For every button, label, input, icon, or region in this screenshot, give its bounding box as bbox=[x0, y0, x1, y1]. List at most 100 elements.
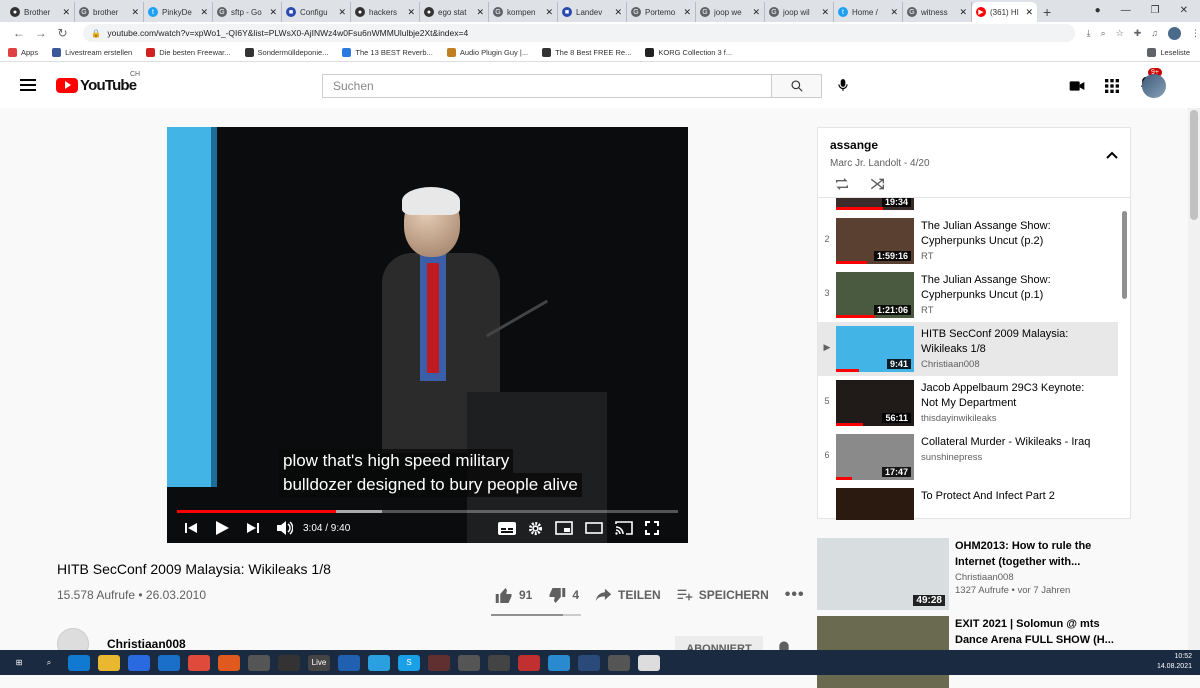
playlist-owner[interactable]: Marc Jr. Landolt bbox=[830, 158, 901, 169]
lock-icon[interactable]: 🔒 bbox=[91, 29, 101, 38]
fullscreen-icon[interactable] bbox=[645, 521, 660, 535]
chrome-icon[interactable] bbox=[188, 654, 210, 671]
media-icon[interactable]: ♫ bbox=[1151, 28, 1158, 38]
close-tab-icon[interactable]: ✕ bbox=[959, 7, 967, 18]
settings-gear-icon[interactable] bbox=[528, 521, 543, 536]
playlist-scrollbar[interactable] bbox=[1122, 211, 1127, 299]
browser-tab[interactable]: Gwitness ✕ bbox=[903, 2, 972, 22]
close-tab-icon[interactable]: ✕ bbox=[545, 7, 553, 18]
close-tab-icon[interactable]: ✕ bbox=[683, 7, 691, 18]
profile-dot-icon[interactable]: ● bbox=[1095, 5, 1101, 16]
playlist-item[interactable]: 2 1:59:16 The Julian Assange Show: Cypherp… bbox=[818, 214, 1118, 268]
telegram-icon[interactable] bbox=[368, 654, 390, 671]
playlist-item-thumbnail[interactable]: 19:34 bbox=[836, 198, 914, 210]
app-icon[interactable] bbox=[608, 654, 630, 671]
playlist-item[interactable]: 6 17:47 Collateral Murder - Wikileaks - Ir… bbox=[818, 430, 1118, 484]
collapse-playlist-icon[interactable] bbox=[1106, 146, 1118, 164]
browser-tab[interactable]: Gjoop we ✕ bbox=[696, 2, 765, 22]
search-icon[interactable]: ⌕ bbox=[38, 654, 60, 671]
minimize-icon[interactable]: — bbox=[1121, 5, 1131, 16]
edge-icon[interactable] bbox=[68, 654, 90, 671]
playlist-item[interactable]: 3 1:21:06 The Julian Assange Show: Cypherp… bbox=[818, 268, 1118, 322]
cast-icon[interactable] bbox=[615, 521, 634, 535]
app-icon[interactable] bbox=[518, 654, 540, 671]
previous-icon[interactable] bbox=[185, 522, 197, 534]
close-tab-icon[interactable]: ✕ bbox=[338, 7, 346, 18]
close-tab-icon[interactable]: ✕ bbox=[821, 7, 829, 18]
media-icon[interactable] bbox=[338, 654, 360, 671]
share-button[interactable]: TEILEN bbox=[595, 588, 661, 602]
subtitles-toggle-icon[interactable] bbox=[498, 521, 517, 535]
maximize-icon[interactable]: ❐ bbox=[1151, 5, 1160, 16]
user-avatar[interactable] bbox=[1142, 74, 1166, 98]
close-tab-icon[interactable]: ✕ bbox=[1025, 7, 1033, 18]
live-icon[interactable]: Live bbox=[308, 654, 330, 671]
playlist-item-thumbnail[interactable]: 1:59:16 bbox=[836, 218, 914, 264]
bookmark-item[interactable]: Livestream erstellen bbox=[52, 48, 132, 57]
youtube-logo[interactable]: YouTube CH bbox=[56, 71, 140, 94]
recommended-thumbnail[interactable]: 49:28 bbox=[817, 538, 949, 610]
browser-tab[interactable]: ■ Configu ✕ bbox=[282, 2, 351, 22]
zoom-icon[interactable]: ⌕ bbox=[1101, 28, 1106, 39]
windows-start-icon[interactable]: ⊞ bbox=[8, 654, 30, 671]
app-icon[interactable] bbox=[428, 654, 450, 671]
menu-icon[interactable]: ⋮ bbox=[1191, 28, 1200, 39]
notepad-icon[interactable] bbox=[638, 654, 660, 671]
browser-tab[interactable]: G Portemo ✕ bbox=[627, 2, 696, 22]
save-button[interactable]: SPEICHERN bbox=[677, 588, 769, 602]
reading-list-button[interactable]: Leseliste bbox=[1147, 48, 1190, 57]
theater-mode-icon[interactable] bbox=[585, 522, 604, 534]
playlist-item-thumbnail[interactable]: 9:41 bbox=[836, 326, 914, 372]
app-icon[interactable] bbox=[548, 654, 570, 671]
playlist-item[interactable]: 5 56:11 Jacob Appelbaum 29C3 Keynote: Not … bbox=[818, 376, 1118, 430]
miniplayer-icon[interactable] bbox=[555, 521, 574, 535]
store-icon[interactable] bbox=[128, 654, 150, 671]
browser-tab[interactable]: Gbrother ✕ bbox=[75, 2, 144, 22]
bookmark-item[interactable]: The 13 BEST Reverb... bbox=[342, 48, 433, 57]
browser-tab[interactable]: ▶ (361) HI ✕ bbox=[972, 2, 1037, 22]
bookmark-item[interactable]: Sondermülldeponie... bbox=[244, 48, 328, 57]
close-tab-icon[interactable]: ✕ bbox=[890, 7, 898, 18]
playlist-item-thumbnail[interactable]: 1:21:06 bbox=[836, 272, 914, 318]
bookmark-item[interactable]: Apps bbox=[8, 48, 38, 57]
page-scrollbar[interactable] bbox=[1188, 108, 1200, 650]
loop-icon[interactable] bbox=[834, 177, 850, 191]
playlist-item[interactable]: To Protect And Infect Part 2 bbox=[818, 484, 1118, 520]
app-icon[interactable] bbox=[578, 654, 600, 671]
close-tab-icon[interactable]: ✕ bbox=[476, 7, 484, 18]
mail-icon[interactable] bbox=[158, 654, 180, 671]
close-tab-icon[interactable]: ✕ bbox=[269, 7, 277, 18]
bookmark-item[interactable]: Audio Plugin Guy |... bbox=[446, 48, 528, 57]
playlist-title[interactable]: assange bbox=[830, 138, 1118, 152]
star-icon[interactable]: ☆ bbox=[1116, 28, 1124, 39]
search-input[interactable]: Suchen bbox=[322, 74, 772, 98]
hamburger-menu-icon[interactable] bbox=[20, 79, 36, 91]
play-icon[interactable] bbox=[215, 521, 229, 535]
apps-grid-icon[interactable] bbox=[1105, 78, 1119, 93]
browser-tab[interactable]: ■ Landev ✕ bbox=[558, 2, 627, 22]
more-actions-icon[interactable]: ••• bbox=[785, 586, 805, 604]
browser-tab[interactable]: Gjoop wil ✕ bbox=[765, 2, 834, 22]
recommended-video[interactable]: 49:28 OHM2013: How to rule the Internet (… bbox=[817, 538, 1157, 610]
file-explorer-icon[interactable] bbox=[98, 654, 120, 671]
browser-tab[interactable]: ● ego stat ✕ bbox=[420, 2, 489, 22]
close-tab-icon[interactable]: ✕ bbox=[407, 7, 415, 18]
browser-tab[interactable]: t Home / ✕ bbox=[834, 2, 903, 22]
bookmark-item[interactable]: The 8 Best FREE Re... bbox=[542, 48, 631, 57]
shuffle-icon[interactable] bbox=[870, 177, 886, 191]
browser-tab[interactable]: ● hackers ✕ bbox=[351, 2, 420, 22]
browser-tab[interactable]: t PinkyDe ✕ bbox=[144, 2, 213, 22]
close-tab-icon[interactable]: ✕ bbox=[200, 7, 208, 18]
playlist-item[interactable]: ▶ 9:41 HITB SecConf 2009 Malaysia: Wikilea… bbox=[818, 322, 1118, 376]
playlist-item-thumbnail[interactable]: 56:11 bbox=[836, 380, 914, 426]
install-icon[interactable]: ⤓ bbox=[1087, 28, 1091, 39]
close-tab-icon[interactable]: ✕ bbox=[752, 7, 760, 18]
skype-icon[interactable]: S bbox=[398, 654, 420, 671]
app-icon[interactable] bbox=[248, 654, 270, 671]
forward-icon[interactable]: → bbox=[30, 26, 52, 40]
video-player[interactable]: plow that's high speed military bulldoze… bbox=[167, 127, 688, 543]
volume-icon[interactable] bbox=[277, 521, 293, 535]
bookmark-item[interactable]: Die besten Freewar... bbox=[146, 48, 231, 57]
ubuntu-icon[interactable] bbox=[218, 654, 240, 671]
tool-icon[interactable] bbox=[488, 654, 510, 671]
